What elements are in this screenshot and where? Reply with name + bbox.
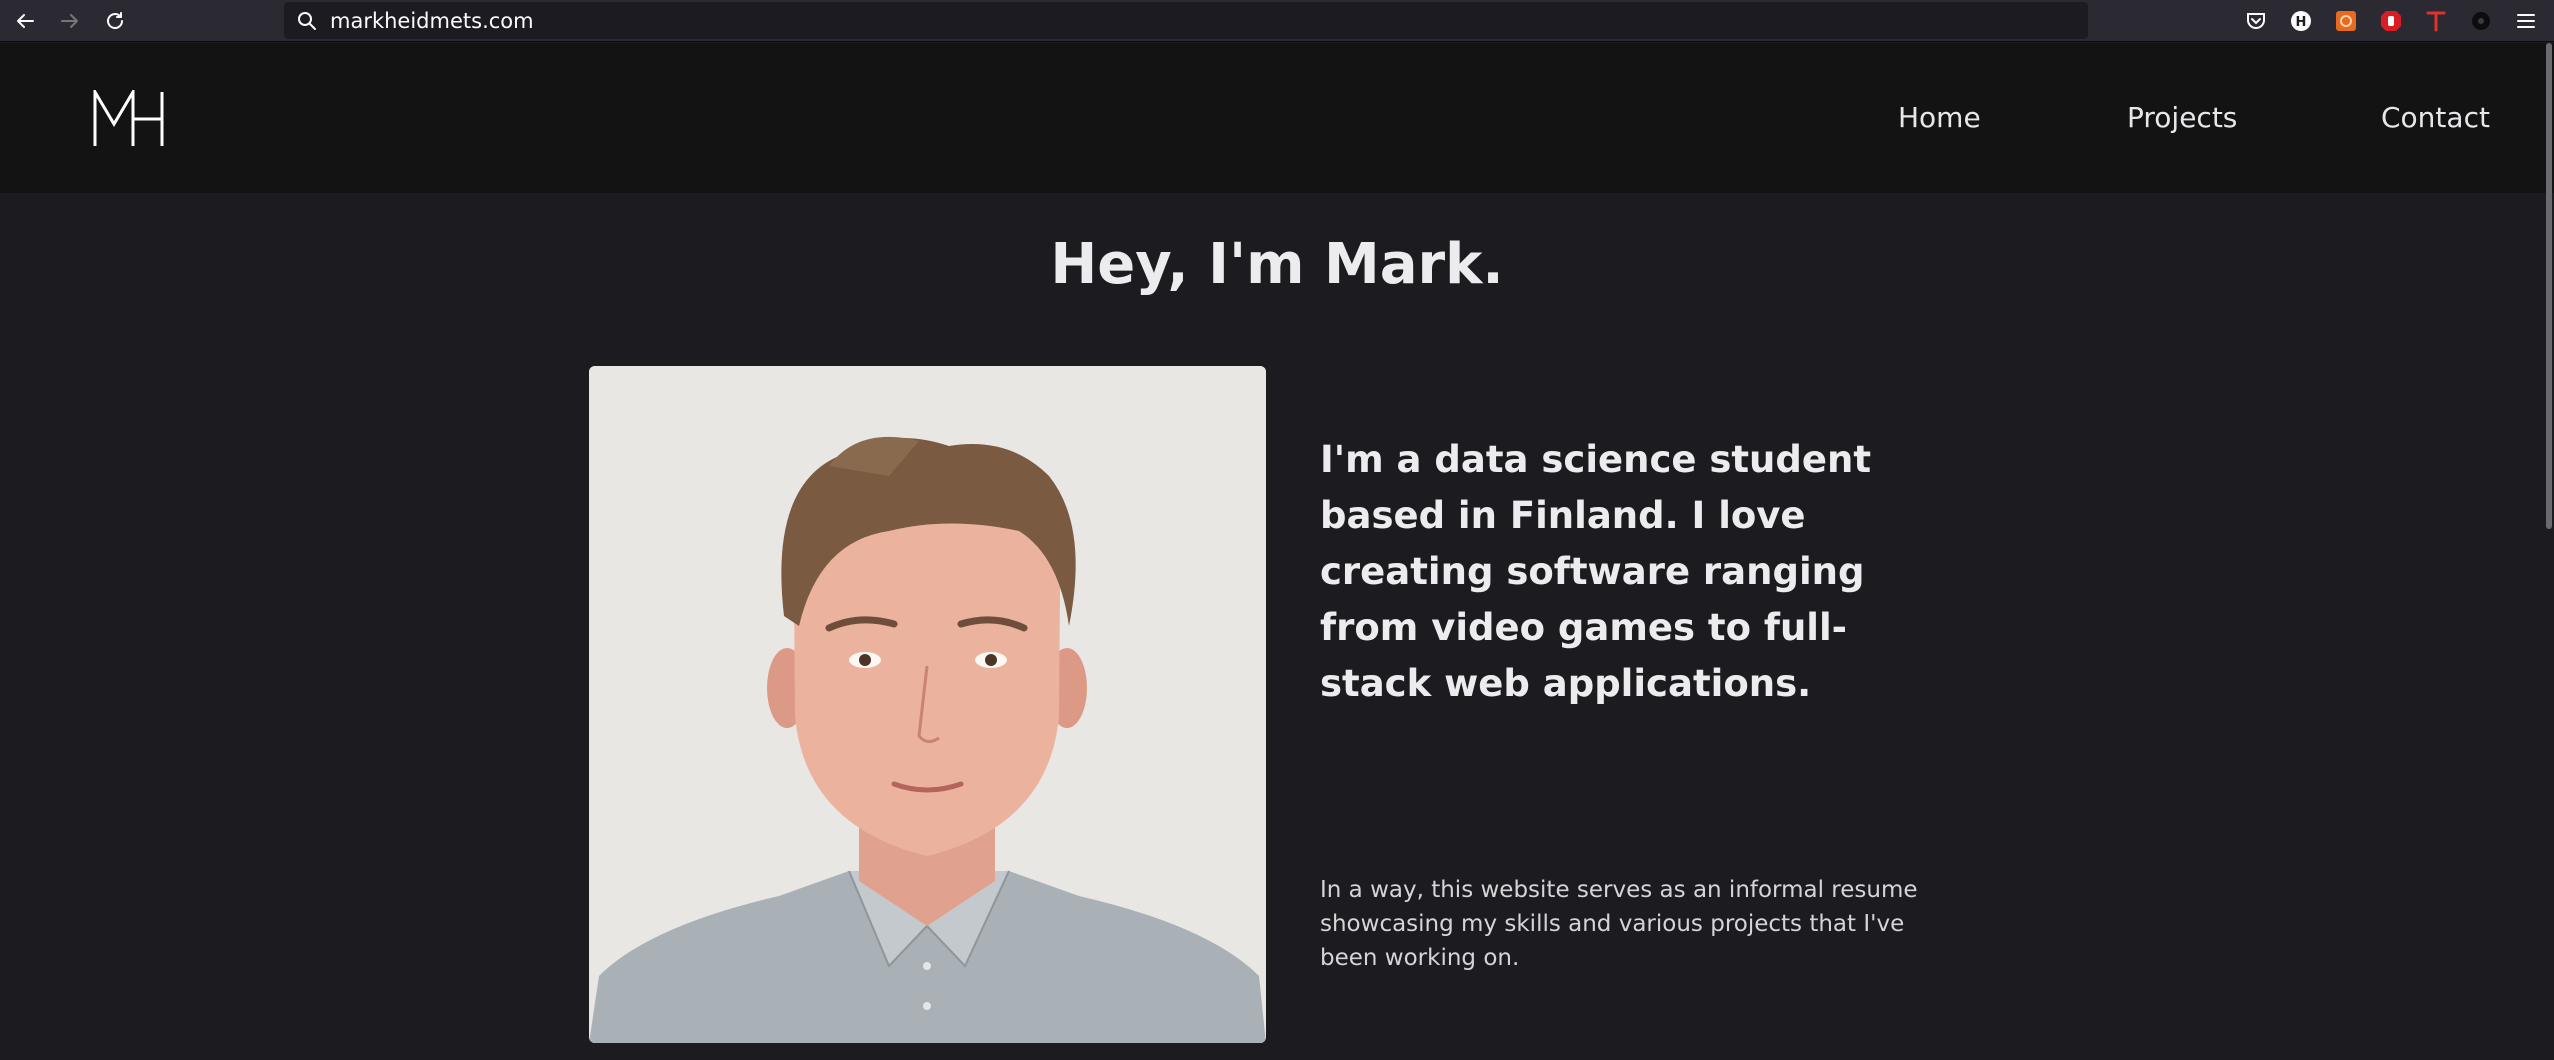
menu-icon[interactable] [2512,7,2540,35]
svg-text:H: H [2296,15,2307,30]
mh-logo[interactable] [92,86,166,146]
nav-contact-link[interactable]: Contact [2381,101,2490,134]
reload-icon[interactable] [98,4,132,38]
hero-title: Hey, I'm Mark. [1050,232,1504,297]
red-stop-extension-icon[interactable] [2377,7,2405,35]
orange-extension-icon[interactable] [2332,7,2360,35]
back-arrow-icon[interactable] [8,4,42,38]
scrollbar[interactable] [2546,43,2552,529]
url-bar[interactable]: markheidmets.com [284,2,2088,39]
resume-description: In a way, this website serves as an info… [1320,877,1918,971]
site-header: Home Projects Contact [0,43,2554,193]
nav-projects-link[interactable]: Projects [2127,101,2237,134]
pocket-icon[interactable] [2242,7,2270,35]
h-extension-icon[interactable]: H [2287,7,2315,35]
browser-toolbar: markheidmets.com H [0,0,2554,42]
forward-arrow-icon[interactable] [53,4,87,38]
url-text[interactable]: markheidmets.com [330,9,534,33]
t-extension-icon[interactable] [2422,7,2450,35]
nav-home-link[interactable]: Home [1898,101,1981,134]
profile-photo [589,366,1266,1043]
search-icon [294,8,320,34]
dark-extension-icon[interactable] [2467,7,2495,35]
intro-text: I'm a data science student based in Finl… [1320,438,1872,705]
